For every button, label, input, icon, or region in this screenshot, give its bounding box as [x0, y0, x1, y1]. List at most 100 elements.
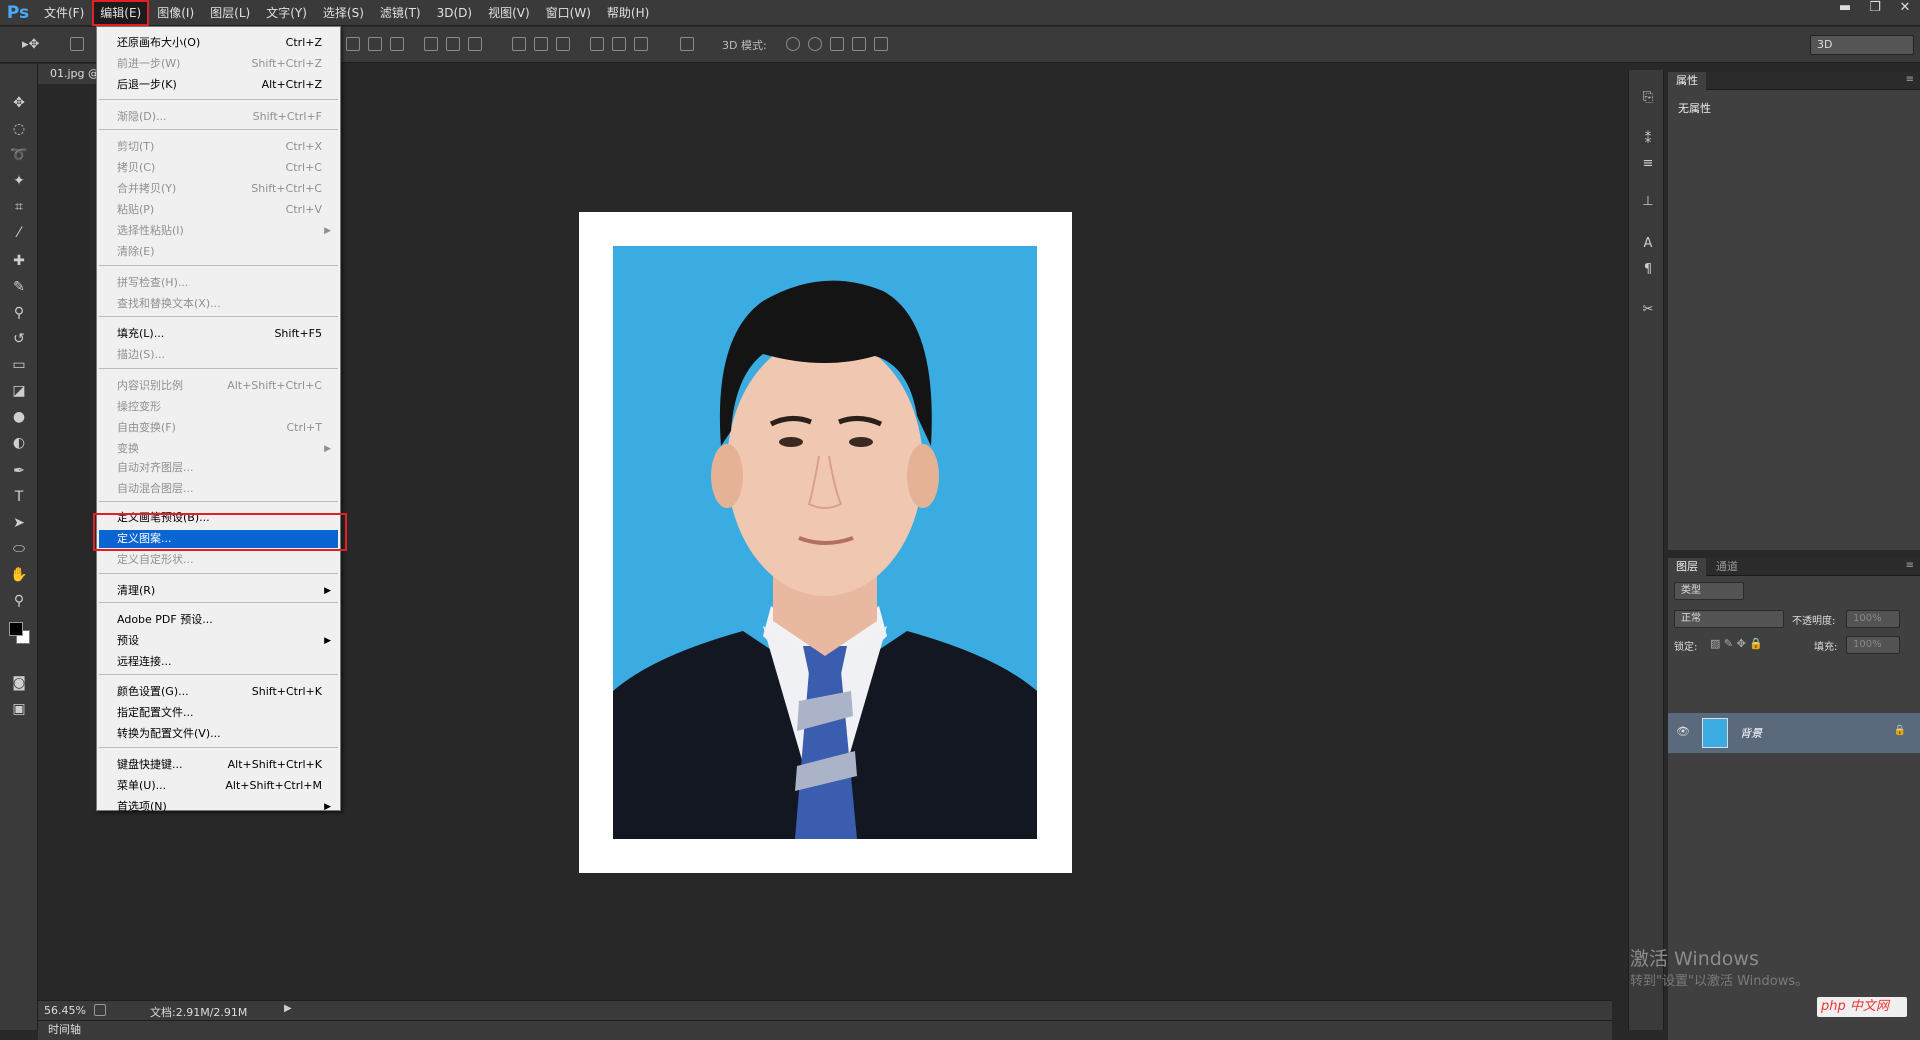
- submenu-arrow-icon: ▶: [324, 802, 331, 812]
- character-panel-icon[interactable]: A: [1639, 236, 1657, 252]
- zoom-level[interactable]: 56.45%: [44, 1004, 86, 1017]
- edit-menu-item[interactable]: 键盘快捷键... Alt+Shift+Ctrl+K: [99, 756, 338, 774]
- magic-wand-tool-icon[interactable]: ✦: [9, 172, 29, 190]
- status-menu-arrow-icon[interactable]: ▶: [284, 1003, 292, 1014]
- menu-item-label: 渐隐(D)...: [117, 110, 167, 123]
- menu-select[interactable]: 选择(S): [315, 0, 372, 26]
- layer-row-background[interactable]: 👁 背景 🔒: [1668, 713, 1920, 753]
- document-tab[interactable]: 01.jpg @: [38, 64, 98, 84]
- quick-mask-icon[interactable]: ◙: [9, 674, 29, 692]
- edit-menu-item[interactable]: 颜色设置(G)... Shift+Ctrl+K: [99, 683, 338, 701]
- document-canvas[interactable]: [579, 212, 1072, 873]
- properties-tab[interactable]: 属性: [1668, 72, 1706, 90]
- distribute-bottom-icon[interactable]: [556, 37, 570, 51]
- distribute-vcenter-icon[interactable]: [534, 37, 548, 51]
- move-tool-icon[interactable]: ✥: [9, 94, 29, 112]
- paint-bucket-tool-icon[interactable]: ◪: [9, 382, 29, 400]
- edit-menu-item[interactable]: 指定配置文件...: [99, 704, 338, 722]
- layer-filter-select[interactable]: 类型: [1674, 582, 1744, 600]
- edit-menu-item[interactable]: 转换为配置文件(V)...: [99, 725, 338, 743]
- path-selection-tool-icon[interactable]: ➤: [9, 514, 29, 532]
- pen-tool-icon[interactable]: ✒: [9, 462, 29, 480]
- edit-menu-item[interactable]: 填充(L)... Shift+F5: [99, 325, 338, 343]
- lock-icons[interactable]: ▨ ✎ ✥ 🔒: [1710, 637, 1763, 650]
- channels-tab[interactable]: 通道: [1708, 558, 1746, 576]
- history-panel-icon[interactable]: ⎘: [1639, 90, 1657, 106]
- edit-menu-item[interactable]: 还原画布大小(O) Ctrl+Z: [99, 34, 338, 52]
- pan-3d-icon[interactable]: [830, 37, 844, 51]
- menu-image[interactable]: 图像(I): [149, 0, 202, 26]
- eraser-tool-icon[interactable]: ▭: [9, 356, 29, 374]
- eyedropper-tool-icon[interactable]: ⁄: [9, 224, 29, 242]
- brush-presets-icon[interactable]: ⁑: [1639, 132, 1657, 148]
- restore-button[interactable]: ❐: [1860, 0, 1890, 18]
- ellipse-tool-icon[interactable]: ⬭: [9, 540, 29, 558]
- layers-tab[interactable]: 图层: [1668, 558, 1706, 576]
- timeline-panel-tab[interactable]: 时间轴: [38, 1020, 1612, 1040]
- align-top-icon[interactable]: [346, 37, 360, 51]
- menu-view[interactable]: 视图(V): [480, 0, 538, 26]
- blur-tool-icon[interactable]: ●: [9, 408, 29, 426]
- tool-presets-icon[interactable]: ✂: [1639, 302, 1657, 318]
- distribute-right-icon[interactable]: [634, 37, 648, 51]
- history-brush-tool-icon[interactable]: ↺: [9, 330, 29, 348]
- edit-menu-item[interactable]: 远程连接...: [99, 653, 338, 671]
- edit-menu-item[interactable]: 预设 ▶: [99, 632, 338, 650]
- panel-menu-icon[interactable]: ≡: [1906, 74, 1914, 85]
- roll-3d-icon[interactable]: [808, 37, 822, 51]
- distribute-left-icon[interactable]: [590, 37, 604, 51]
- distribute-top-icon[interactable]: [512, 37, 526, 51]
- auto-select-checkbox[interactable]: [70, 37, 84, 51]
- layers-panel-menu-icon[interactable]: ≡: [1906, 560, 1914, 571]
- distribute-hcenter-icon[interactable]: [612, 37, 626, 51]
- align-bottom-icon[interactable]: [390, 37, 404, 51]
- menu-window[interactable]: 窗口(W): [538, 0, 599, 26]
- menu-filter[interactable]: 滤镜(T): [372, 0, 429, 26]
- move-tool-preset-icon[interactable]: ▸✥: [22, 37, 39, 52]
- menu-3d[interactable]: 3D(D): [429, 0, 480, 26]
- fill-input[interactable]: 100%: [1846, 636, 1900, 654]
- marquee-tool-icon[interactable]: ◌: [9, 120, 29, 138]
- align-vcenter-icon[interactable]: [368, 37, 382, 51]
- opacity-input[interactable]: 100%: [1846, 610, 1900, 628]
- brush-tool-icon[interactable]: ✎: [9, 278, 29, 296]
- hand-tool-icon[interactable]: ✋: [9, 566, 29, 584]
- minimize-button[interactable]: ▬: [1830, 0, 1860, 18]
- clone-stamp-tool-icon[interactable]: ⚲: [9, 304, 29, 322]
- crop-tool-icon[interactable]: ⌗: [9, 198, 29, 216]
- lasso-tool-icon[interactable]: ➰: [9, 146, 29, 164]
- paragraph-panel-icon[interactable]: ¶: [1639, 262, 1657, 278]
- adjustments-panel-icon[interactable]: ≡: [1639, 156, 1657, 172]
- menu-edit[interactable]: 编辑(E): [92, 0, 150, 26]
- align-right-icon[interactable]: [468, 37, 482, 51]
- menu-file[interactable]: 文件(F): [36, 0, 92, 26]
- align-left-icon[interactable]: [424, 37, 438, 51]
- clone-source-icon[interactable]: ⊥: [1639, 194, 1657, 210]
- edit-menu-item[interactable]: 首选项(N) ▶: [99, 798, 338, 816]
- layer-name[interactable]: 背景: [1740, 725, 1762, 741]
- edit-menu-item[interactable]: 后退一步(K) Alt+Ctrl+Z: [99, 76, 338, 94]
- healing-brush-tool-icon[interactable]: ✚: [9, 252, 29, 270]
- edit-menu-item[interactable]: 清理(R) ▶: [99, 582, 338, 600]
- color-swatches-icon[interactable]: [9, 620, 30, 648]
- close-button[interactable]: ✕: [1890, 0, 1920, 18]
- screen-mode-icon[interactable]: ▣: [9, 700, 29, 718]
- scale-3d-icon[interactable]: [874, 37, 888, 51]
- layer-visibility-eye-icon[interactable]: 👁: [1676, 725, 1690, 738]
- menu-type[interactable]: 文字(Y): [258, 0, 315, 26]
- align-hcenter-icon[interactable]: [446, 37, 460, 51]
- blend-mode-select[interactable]: 正常: [1674, 610, 1784, 628]
- edit-menu-item: 拼写检查(H)...: [99, 274, 338, 292]
- dodge-tool-icon[interactable]: ◐: [9, 434, 29, 452]
- workspace-select[interactable]: 3D: [1810, 35, 1914, 55]
- menu-help[interactable]: 帮助(H): [599, 0, 657, 26]
- type-tool-icon[interactable]: T: [9, 488, 29, 506]
- edit-menu-item[interactable]: Adobe PDF 预设...: [99, 611, 338, 629]
- slide-3d-icon[interactable]: [852, 37, 866, 51]
- rotate-3d-icon[interactable]: [786, 37, 800, 51]
- edit-menu-item[interactable]: 菜单(U)... Alt+Shift+Ctrl+M: [99, 777, 338, 795]
- menu-layer[interactable]: 图层(L): [202, 0, 258, 26]
- auto-align-icon[interactable]: [680, 37, 694, 51]
- status-export-icon[interactable]: [94, 1004, 106, 1016]
- zoom-tool-icon[interactable]: ⚲: [9, 592, 29, 610]
